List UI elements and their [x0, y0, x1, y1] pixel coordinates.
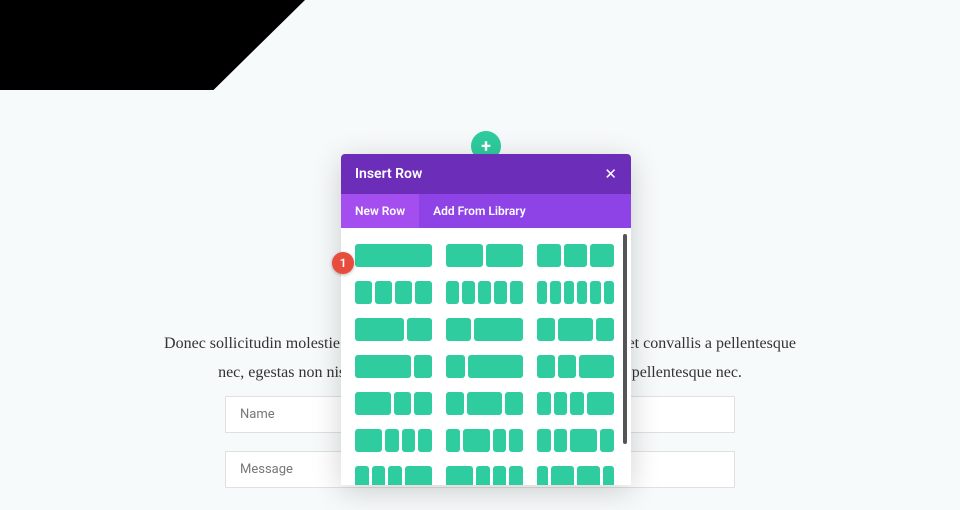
layout-1-1-2[interactable] [537, 355, 614, 378]
marker-label: 1 [340, 256, 347, 270]
layout-1-2[interactable] [446, 318, 523, 341]
modal-tabs: New Row Add From Library [341, 194, 631, 228]
modal-header: Insert Row ✕ [341, 154, 631, 194]
layout-2-1-1-1[interactable] [355, 429, 432, 452]
layout-4col[interactable] [355, 281, 432, 304]
layout-1-2-1b[interactable] [446, 392, 523, 415]
layout-1-1-1-2[interactable] [537, 392, 614, 415]
layout-extra-c[interactable] [537, 466, 614, 485]
layout-1-2-1-1[interactable] [446, 429, 523, 452]
page-header-wedge [0, 0, 305, 90]
close-icon[interactable]: ✕ [604, 165, 617, 183]
annotation-marker-1: 1 [332, 252, 354, 274]
modal-title: Insert Row [355, 166, 422, 182]
layout-1-2-1[interactable] [537, 318, 614, 341]
layout-2-1-1[interactable] [355, 392, 432, 415]
layout-2col[interactable] [446, 244, 523, 267]
tab-new-row[interactable]: New Row [341, 194, 419, 228]
layout-extra-a[interactable] [355, 466, 432, 485]
layout-6col[interactable] [537, 281, 614, 304]
layout-extra-b[interactable] [446, 466, 523, 485]
layout-1col[interactable] [355, 244, 432, 267]
layout-5col[interactable] [446, 281, 523, 304]
layout-1-3[interactable] [446, 355, 523, 378]
layout-2-1[interactable] [355, 318, 432, 341]
layout-3-1[interactable] [355, 355, 432, 378]
layout-1-1-2-1[interactable] [537, 429, 614, 452]
layout-options-pane [341, 228, 631, 485]
insert-row-modal: Insert Row ✕ New Row Add From Library [341, 154, 631, 485]
layout-3col[interactable] [537, 244, 614, 267]
scrollbar[interactable] [623, 234, 627, 444]
tab-add-from-library[interactable]: Add From Library [419, 194, 540, 228]
